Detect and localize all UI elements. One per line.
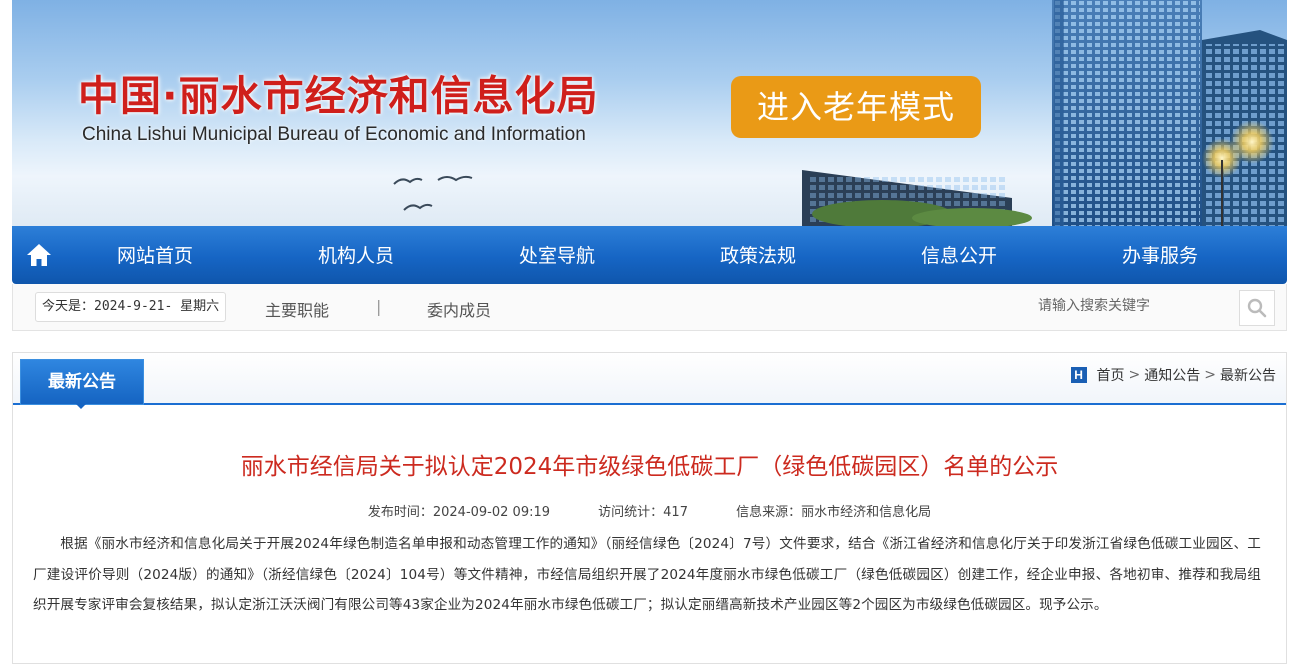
link-separator: | bbox=[376, 297, 382, 316]
panel-header: 最新公告 H 首页 > 通知公告 > 最新公告 bbox=[13, 353, 1286, 409]
article-title: 丽水市经信局关于拟认定2024年市级绿色低碳工厂（绿色低碳园区）名单的公示 bbox=[240, 454, 1059, 480]
nav-item-services[interactable]: 办事服务 bbox=[1122, 226, 1198, 284]
info-source: 信息来源：丽水市经济和信息化局 bbox=[736, 505, 932, 520]
visit-count: 访问统计：417 bbox=[598, 505, 688, 520]
article-body: 根据《丽水市经济和信息化局关于开展2024年绿色制造名单申报和动态管理工作的通知… bbox=[33, 536, 1261, 613]
breadcrumb-separator: > bbox=[1128, 367, 1141, 383]
home-icon bbox=[27, 244, 51, 266]
breadcrumb: H 首页 > 通知公告 > 最新公告 bbox=[1070, 365, 1276, 385]
publish-time: 发布时间：2024-09-02 09:19 bbox=[367, 505, 551, 520]
location-icon: H bbox=[1070, 367, 1087, 383]
search-button[interactable] bbox=[1239, 290, 1275, 326]
panel-tab-latest[interactable]: 最新公告 bbox=[20, 359, 144, 405]
nav-item-policies[interactable]: 政策法规 bbox=[720, 226, 796, 284]
breadcrumb-latest[interactable]: 最新公告 bbox=[1220, 365, 1276, 385]
link-committee-members[interactable]: 委内成员 bbox=[427, 297, 491, 321]
magnifier-icon bbox=[1247, 298, 1267, 318]
site-banner: 中国·丽水市经济和信息化局 China Lishui Municipal Bur… bbox=[12, 0, 1287, 226]
site-subtitle: China Lishui Municipal Bureau of Economi… bbox=[82, 124, 586, 145]
main-nav: 网站首页 机构人员 处室导航 政策法规 信息公开 办事服务 bbox=[12, 226, 1287, 284]
nav-item-departments[interactable]: 处室导航 bbox=[519, 226, 595, 284]
info-bar: 今天是：2024-9-21- 星期六 主要职能 | 委内成员 bbox=[12, 284, 1287, 331]
birds-illustration bbox=[393, 175, 473, 211]
nav-item-home[interactable]: 网站首页 bbox=[117, 226, 193, 284]
today-date: 今天是：2024-9-21- 星期六 bbox=[35, 292, 227, 322]
nav-item-organization[interactable]: 机构人员 bbox=[318, 226, 394, 284]
elder-mode-button[interactable]: 进入老年模式 bbox=[731, 76, 981, 138]
nav-item-disclosure[interactable]: 信息公开 bbox=[921, 226, 997, 284]
link-main-functions[interactable]: 主要职能 bbox=[265, 297, 329, 321]
breadcrumb-home[interactable]: 首页 bbox=[1097, 365, 1125, 385]
search-input[interactable] bbox=[1032, 292, 1248, 320]
announcement-panel: 最新公告 H 首页 > 通知公告 > 最新公告 丽水市经信局关于拟认定2024年… bbox=[12, 352, 1287, 664]
site-title: 中国·丽水市经济和信息化局 bbox=[78, 72, 599, 120]
breadcrumb-separator: > bbox=[1204, 367, 1216, 383]
article-meta: 发布时间：2024-09-02 09:19 访问统计：417 信息来源：丽水市经… bbox=[13, 501, 1286, 520]
tab-pointer bbox=[75, 403, 87, 409]
nav-home[interactable] bbox=[12, 226, 66, 284]
breadcrumb-notices[interactable]: 通知公告 bbox=[1144, 365, 1200, 385]
